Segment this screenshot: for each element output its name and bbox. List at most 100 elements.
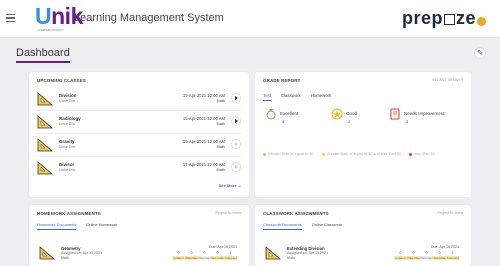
class-row[interactable]: Gravity Linke Din 16-Apr-2021 12:00 AM M… [37,135,241,157]
class-row[interactable]: Radiology Linke Din 15-Apr-2021 12:00 AM… [37,112,241,134]
unik-logo[interactable]: Unik A PREPEZE PRODUCT [35,3,83,32]
class-name: Gravity [59,139,75,144]
join-class-button[interactable] [231,162,241,172]
join-class-button[interactable] [231,116,241,126]
grade-needs-improvement[interactable]: Needs Improvement 3 [389,108,469,130]
stat-graded: 0 Graded [172,251,185,260]
tab-classwork[interactable]: Classwork [281,93,301,101]
grade-excellent[interactable]: Excellent 3 [265,108,325,130]
grade-period-link[interactable]: IN LAST 30 DAYS [432,78,463,82]
tab-test[interactable]: Test [263,93,271,101]
card-title: GRADE REPORT [263,78,301,83]
class-row[interactable]: Divisor Linke Din 17-Apr-2021 12:00 AM M… [37,158,241,180]
assignment-subject: Math [61,256,69,260]
classwork-link[interactable]: Project to learn [437,211,463,215]
stat-submitted: 0 Submitted [211,251,224,260]
tab-homework-documents[interactable]: Homework Documents [37,222,77,230]
legend-item: Greater than or equal to 30 and less tha… [321,152,402,156]
edit-icon: ✎ [477,50,483,57]
app-title: Learning Management System [74,12,224,24]
grade-label: Needs Improvement [404,111,445,116]
class-teacher: Linke Din [59,168,75,172]
grade-count: 3 [282,119,285,124]
card-title: UPCOMING CLASSES [37,78,86,83]
tab-online-classwork[interactable]: Online Classwork [312,222,342,230]
grade-count: 2 [348,119,351,124]
upcoming-classes-card: UPCOMING CLASSES Division Linke Din 15-A… [29,72,249,197]
class-teacher: Linke Din [59,122,75,126]
stat-past-due: 0 Past Due [407,251,420,260]
classwork-assignments-card: CLASSWORK ASSIGNMENTS Project to learn C… [255,205,471,266]
class-date: 17-Apr-2021 12:00 AM [182,162,225,167]
legend-dot-icon [263,152,266,156]
class-subject: Math [216,122,225,126]
stat-returned: 0 Returned [420,251,433,260]
tab-homework[interactable]: Homework [311,93,332,101]
legend-item: Greater than or equal to 30 [263,152,314,156]
grade-count: 3 [406,119,409,124]
card-title: CLASSWORK ASSIGNMENTS [263,211,329,216]
class-row[interactable]: Division Linke Din 15-Apr-2021 12:00 AM … [37,89,241,111]
page-title-underline [16,61,70,63]
assignment-row[interactable]: Geometry Assigned on: Apr 15,2021 Math D… [37,242,241,266]
ruler-icon [265,246,281,260]
assignment-row[interactable]: Extending Division Assigned on: Apr 15,2… [263,242,463,266]
see-more-link[interactable]: See More ... [219,183,241,188]
logo-u-letter: U [35,3,52,29]
classwork-tabs: Classwork Documents Online Classwork [263,222,342,230]
legend-dot-icon [321,152,325,156]
tab-classwork-documents[interactable]: Classwork Documents [263,222,302,230]
class-name: Radiology [59,116,81,121]
stat-past-due: 0 Past Due [185,251,198,260]
star-badge-icon [331,108,343,120]
assignment-due: Due: Apr 16,2021 [209,245,237,249]
menu-icon[interactable] [6,14,15,22]
ruler-icon [37,92,53,106]
stat-graded: 0 Graded [394,251,407,260]
legend-label: Greater than or equal to 30 and less tha… [326,152,402,156]
class-name: Division [59,93,77,98]
ruler-icon [37,138,53,152]
grade-tabs: Test Classwork Homework [263,93,331,101]
class-subject: Math [216,145,225,149]
class-subject: Math [216,99,225,103]
ruler-icon [39,246,55,260]
homework-link[interactable]: Project to learn [215,211,241,215]
legend-label: Greater than or equal to 30 [268,152,314,156]
assignment-date: Assigned on: Apr 15,2021 [287,251,329,255]
grade-legend: Greater than or equal to 30 Greater than… [263,152,435,156]
class-teacher: Linke Din [59,99,75,103]
stat-assigned: 1 Assigned [224,251,237,260]
join-class-button[interactable] [231,93,241,103]
class-date: 16-Apr-2021 12:00 AM [182,139,225,144]
top-bar: Unik A PREPEZE PRODUCT Learning Manageme… [0,0,500,38]
tab-online-homework[interactable]: Online Homework [86,222,117,230]
document-alert-icon [390,108,400,120]
class-date: 15-Apr-2021 12:00 AM [182,93,225,98]
page-title: Dashboard [16,47,70,59]
legend-item: less than 70 [409,152,435,156]
edit-dashboard-button[interactable]: ✎ [474,47,486,59]
grade-report-card: GRADE REPORT IN LAST 30 DAYS Test Classw… [255,72,471,197]
medal-icon [266,109,276,120]
card-title: HOMEWORK ASSIGNMENTS [37,211,101,216]
legend-label: less than 70 [414,152,435,156]
legend-dot-icon [409,152,413,156]
homework-tabs: Homework Documents Online Homework [37,222,117,230]
assignment-stats: 0 Graded 0 Past Due 0 Returned 0 Submitted 1… [172,251,237,260]
stat-submitted: 0 Submitted [433,251,446,260]
prepaze-logo[interactable]: prep ze [402,7,486,29]
stat-assigned: 1 Assigned [446,251,459,260]
grade-label: Excellent [280,111,299,116]
homework-assignments-card: HOMEWORK ASSIGNMENTS Project to learn Ho… [29,205,249,266]
join-class-button[interactable] [231,139,241,149]
assignment-due: Due: Apr 16,2021 [431,245,459,249]
grade-label: Good [346,111,358,116]
class-subject: Math [216,168,225,172]
class-teacher: Linke Din [59,145,75,149]
ruler-icon [37,161,53,175]
class-date: 15-Apr-2021 12:00 AM [182,116,225,121]
class-name: Divisor [59,162,75,167]
assignment-date: Assigned on: Apr 15,2021 [61,251,103,255]
grade-good[interactable]: Good 2 [331,108,391,130]
